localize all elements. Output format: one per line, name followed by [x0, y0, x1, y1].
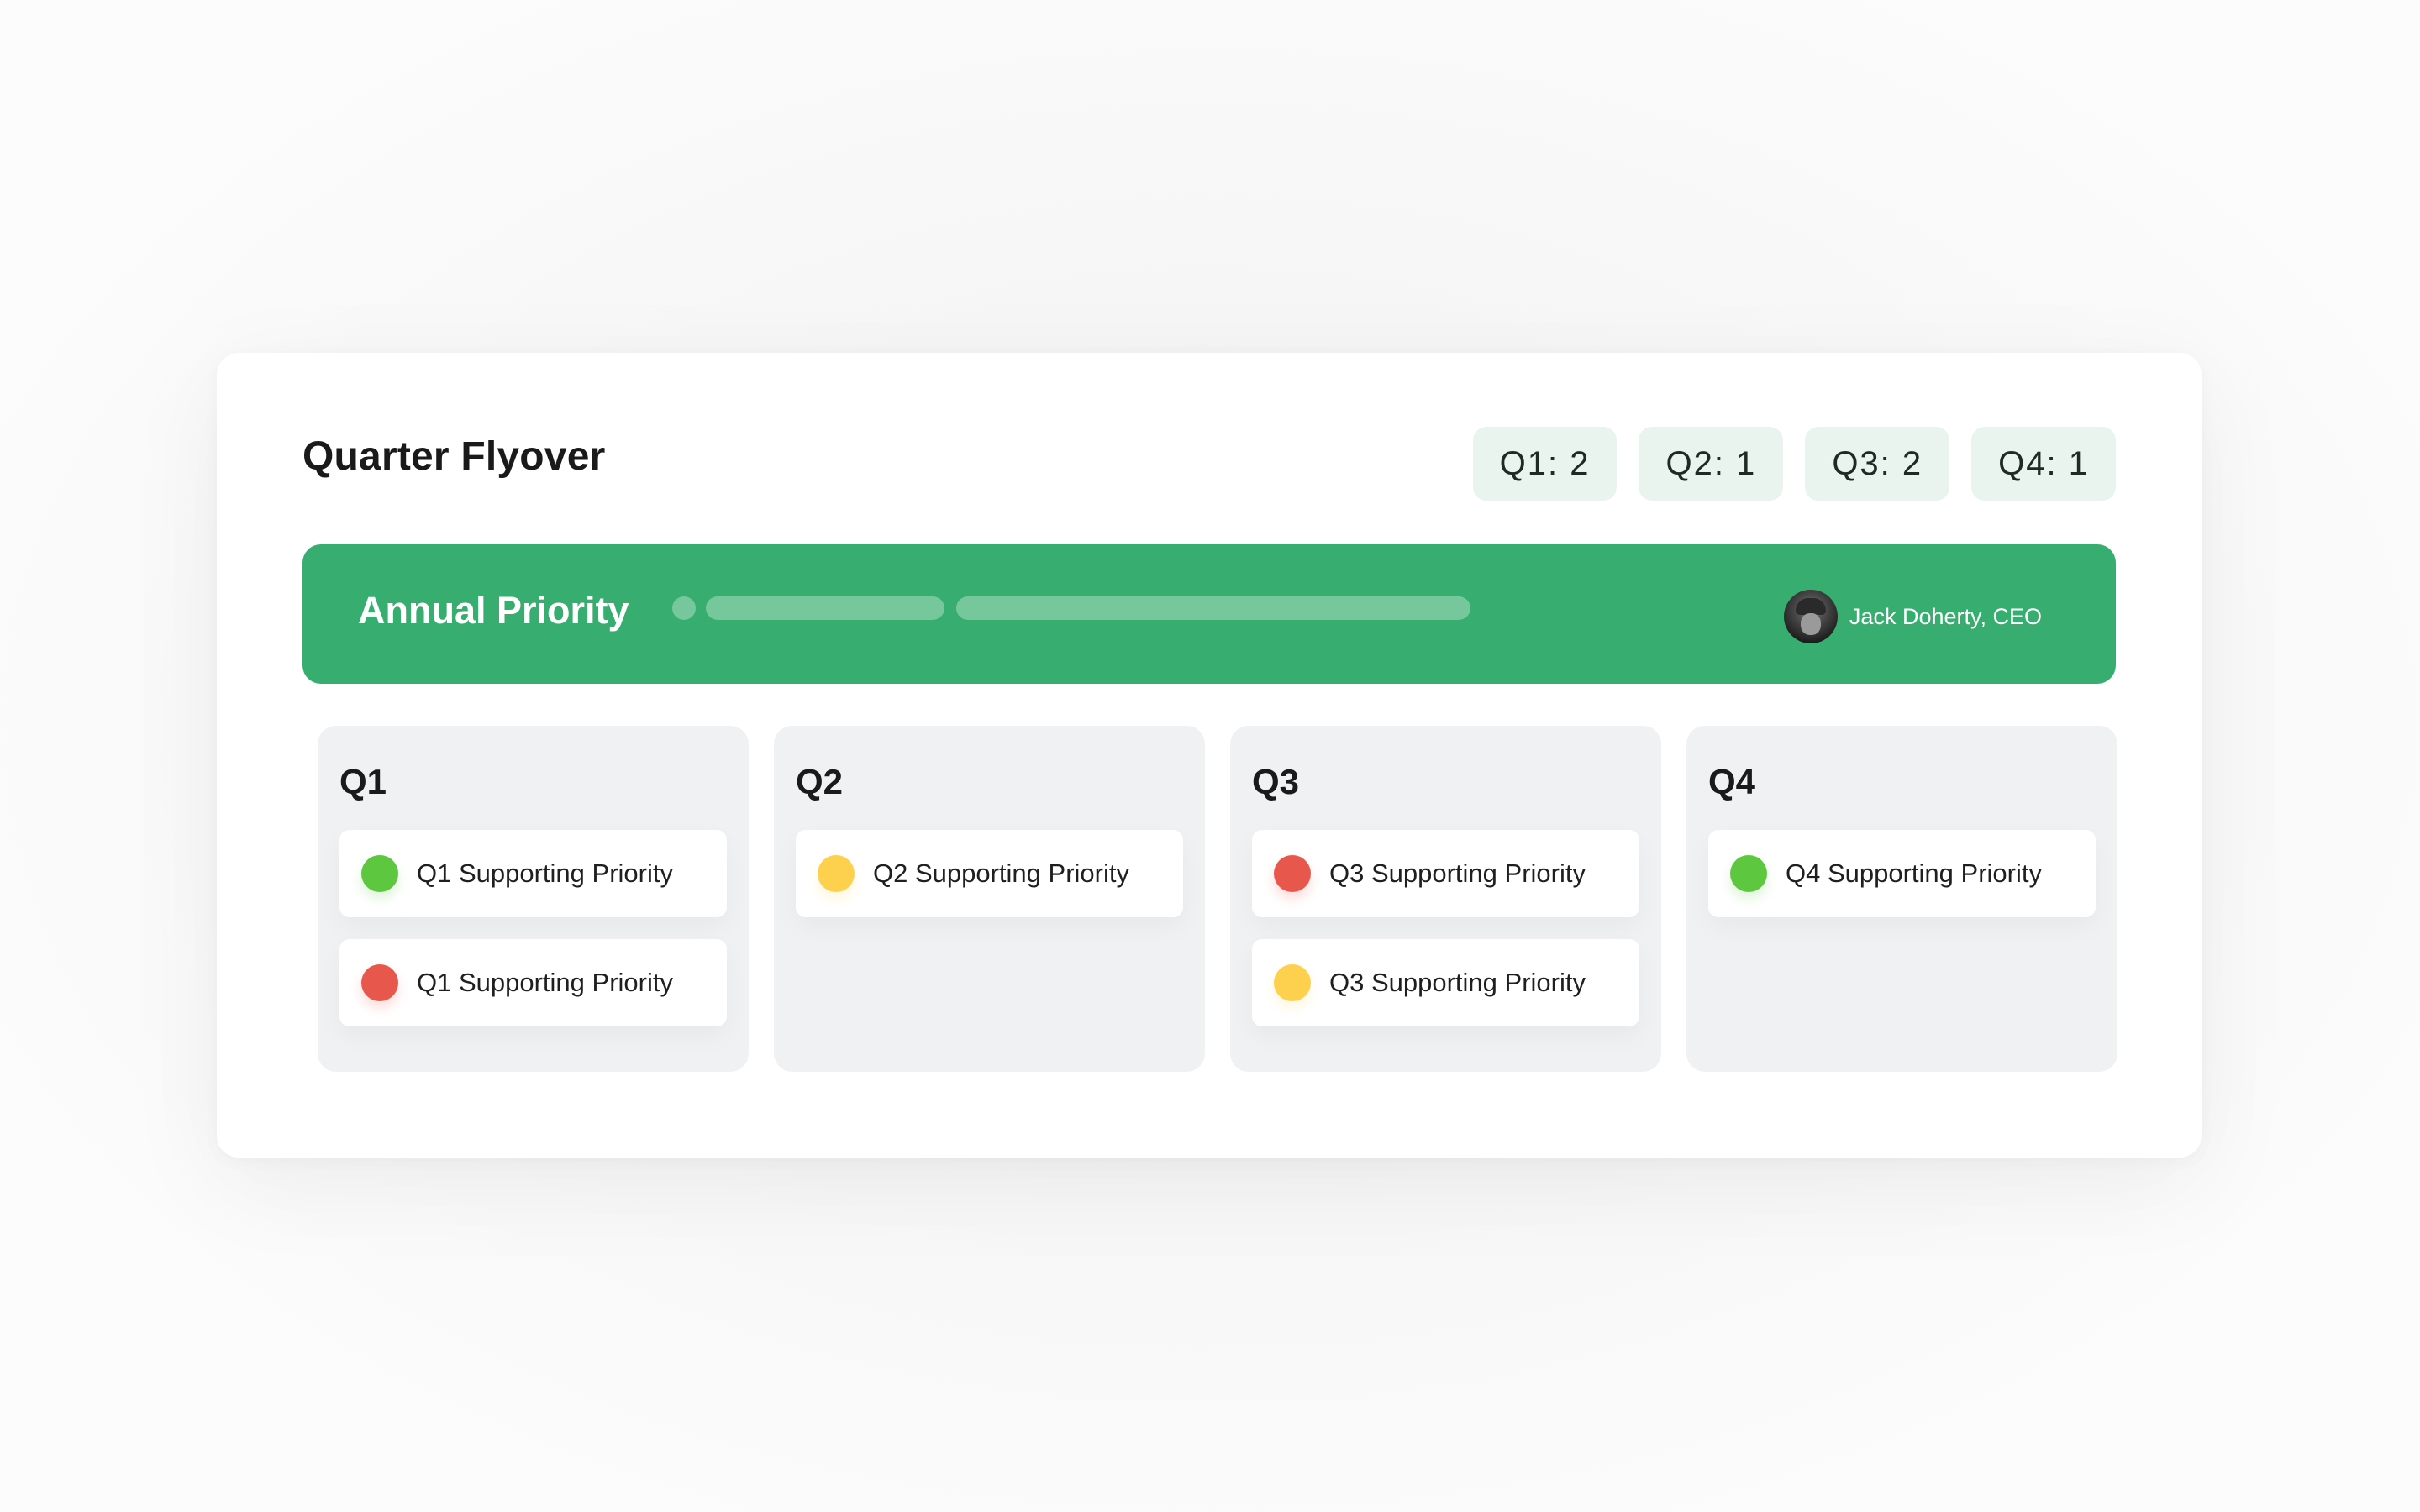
count-badge-q2[interactable]: Q2: 1: [1639, 427, 1784, 501]
quarter-columns: Q1 Q1 Supporting Priority Q1 Supporting …: [318, 726, 2118, 1072]
count-badge-q3[interactable]: Q3: 2: [1805, 427, 1950, 501]
supporting-priority-label: Q1 Supporting Priority: [417, 858, 673, 888]
avatar: [1783, 590, 1838, 643]
owner-name: Jack Doherty, CEO: [1849, 603, 2042, 629]
supporting-priority-item[interactable]: Q4 Supporting Priority: [1708, 830, 2096, 917]
supporting-priority-label: Q3 Supporting Priority: [1329, 858, 1586, 888]
status-dot: [818, 855, 855, 892]
supporting-priority-item[interactable]: Q1 Supporting Priority: [339, 939, 727, 1026]
count-badge-q1[interactable]: Q1: 2: [1472, 427, 1618, 501]
quarter-title: Q4: [1708, 762, 1756, 801]
supporting-priority-item[interactable]: Q3 Supporting Priority: [1252, 939, 1639, 1026]
annual-priority-banner[interactable]: Annual Priority Jack Doherty, CEO: [302, 544, 2116, 684]
annual-priority-title: Annual Priority: [358, 589, 629, 632]
quarter-column-q3: Q3 Q3 Supporting Priority Q3 Supporting …: [1230, 726, 1661, 1072]
quarter-counts: Q1: 2 Q2: 1 Q3: 2 Q4: 1: [1472, 427, 2116, 501]
supporting-priority-item[interactable]: Q3 Supporting Priority: [1252, 830, 1639, 917]
quarter-title: Q1: [339, 762, 387, 801]
quarter-flyover-card: Quarter Flyover Q1: 2 Q2: 1 Q3: 2 Q4: 1 …: [217, 353, 2202, 1158]
status-dot: [1274, 855, 1311, 892]
quarter-title: Q3: [1252, 762, 1300, 801]
placeholder-dot: [672, 596, 696, 620]
quarter-column-q4: Q4 Q4 Supporting Priority: [1686, 726, 2118, 1072]
supporting-priority-label: Q2 Supporting Priority: [873, 858, 1129, 888]
status-dot: [361, 964, 398, 1001]
supporting-priority-label: Q4 Supporting Priority: [1786, 858, 2042, 888]
supporting-priority-label: Q1 Supporting Priority: [417, 968, 673, 997]
quarter-column-q1: Q1 Q1 Supporting Priority Q1 Supporting …: [318, 726, 749, 1072]
placeholder-bar: [956, 596, 1470, 620]
supporting-priority-item[interactable]: Q2 Supporting Priority: [796, 830, 1183, 917]
count-badge-q4[interactable]: Q4: 1: [1971, 427, 2116, 501]
owner[interactable]: Jack Doherty, CEO: [1783, 590, 2042, 643]
supporting-priority-label: Q3 Supporting Priority: [1329, 968, 1586, 997]
quarter-title: Q2: [796, 762, 844, 801]
status-dot: [1274, 964, 1311, 1001]
page-title: Quarter Flyover: [302, 434, 606, 479]
status-dot: [1730, 855, 1767, 892]
quarter-column-q2: Q2 Q2 Supporting Priority: [774, 726, 1205, 1072]
supporting-priority-item[interactable]: Q1 Supporting Priority: [339, 830, 727, 917]
placeholder-bar: [706, 596, 944, 620]
page-background: Quarter Flyover Q1: 2 Q2: 1 Q3: 2 Q4: 1 …: [0, 0, 2420, 1512]
status-dot: [361, 855, 398, 892]
